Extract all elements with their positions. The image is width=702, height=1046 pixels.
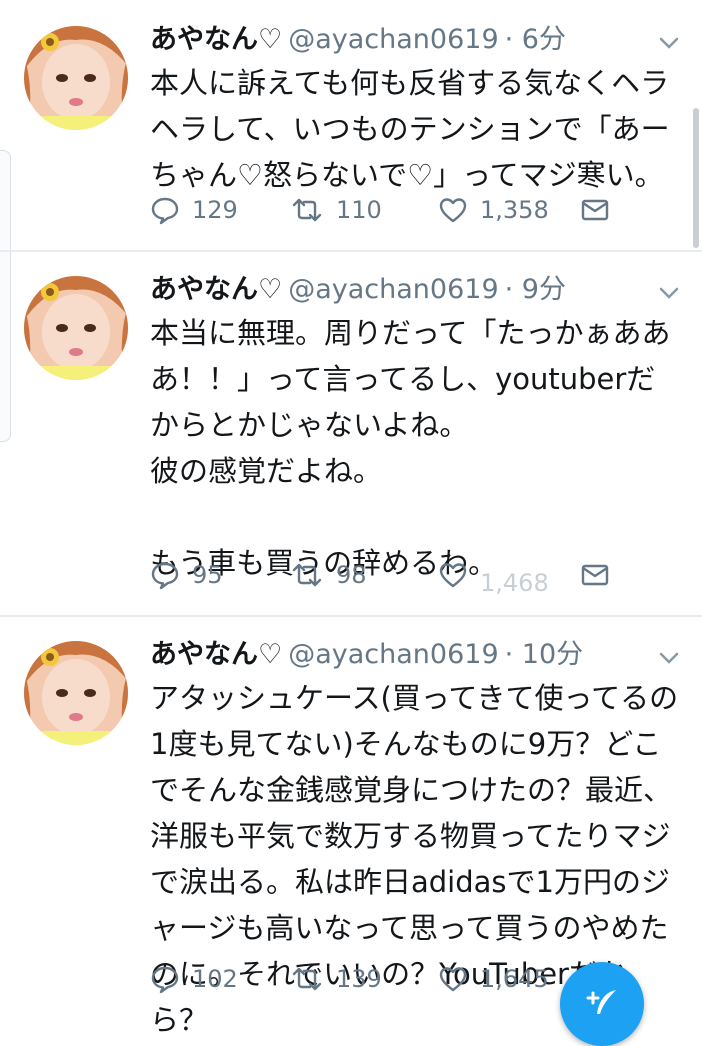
display-name[interactable]: あやなん♡ — [150, 639, 282, 670]
like-button[interactable]: 1,468 — [438, 555, 549, 597]
retweet-count: 139 — [336, 965, 382, 993]
tweet-header: あやなん♡ @ayachan0619 · 9分 — [150, 270, 566, 310]
reply-button[interactable]: 102 — [150, 959, 238, 999]
chevron-down-icon[interactable] — [656, 280, 682, 306]
avatar[interactable] — [24, 26, 128, 130]
reply-count: 102 — [192, 965, 238, 993]
reply-count: 95 — [192, 561, 223, 589]
retweet-button[interactable]: 110 — [290, 190, 382, 230]
retweet-button[interactable]: 98 — [290, 555, 367, 595]
like-count: 1,468 — [480, 569, 549, 597]
compose-tweet-button[interactable] — [560, 962, 644, 1046]
chevron-down-icon[interactable] — [656, 645, 682, 671]
avatar[interactable] — [24, 276, 128, 380]
tweet-actions: 102 139 1,645 — [150, 959, 630, 999]
envelope-icon — [581, 564, 609, 586]
tweet[interactable]: あやなん♡ @ayachan0619 · 9分 本当に無理。周りだって「たっかぁああ… — [0, 250, 702, 617]
retweet-button[interactable]: 139 — [290, 959, 382, 999]
tweet-header: あやなん♡ @ayachan0619 · 10分 — [150, 635, 583, 675]
direct-message-button[interactable] — [580, 555, 610, 595]
tweet-actions: 95 98 1,468 — [150, 555, 630, 597]
tweet-header: あやなん♡ @ayachan0619 · 6分 — [150, 20, 566, 60]
heart-icon — [439, 967, 467, 992]
retweet-arrows-icon — [292, 198, 322, 222]
reply-button[interactable]: 95 — [150, 555, 223, 595]
heart-icon — [439, 198, 467, 223]
timestamp[interactable]: · 9分 — [505, 274, 566, 305]
handle[interactable]: @ayachan0619 — [288, 639, 498, 670]
tweet-text: 本当に無理。周りだって「たっかぁあああ！！」って言ってるし、youtuberだか… — [150, 316, 671, 580]
speech-bubble-icon — [151, 562, 179, 590]
speech-bubble-icon — [151, 197, 179, 225]
like-count: 1,358 — [480, 196, 549, 224]
chevron-down-icon[interactable] — [656, 30, 682, 56]
avatar-photo — [24, 26, 128, 130]
retweet-arrows-icon — [292, 967, 322, 991]
handle[interactable]: @ayachan0619 — [288, 274, 498, 305]
direct-message-button[interactable] — [580, 190, 610, 230]
tweet-actions: 129 110 1,358 — [150, 190, 630, 230]
handle[interactable]: @ayachan0619 — [288, 24, 498, 55]
timeline: あやなん♡ @ayachan0619 · 6分 本人に訴えても何も反省する気なくヘラ… — [0, 0, 702, 1046]
envelope-icon — [581, 199, 609, 221]
feather-plus-icon — [586, 990, 616, 1014]
avatar[interactable] — [24, 641, 128, 745]
timestamp[interactable]: · 6分 — [505, 24, 566, 55]
heart-icon — [439, 563, 467, 588]
retweet-count: 110 — [336, 196, 382, 224]
reply-button[interactable]: 129 — [150, 190, 238, 230]
like-count: 1,645 — [480, 965, 549, 993]
like-button[interactable]: 1,645 — [438, 959, 549, 999]
display-name[interactable]: あやなん♡ — [150, 24, 282, 55]
tweet[interactable]: あやなん♡ @ayachan0619 · 6分 本人に訴えても何も反省する気なくヘラ… — [0, 0, 702, 252]
reply-count: 129 — [192, 196, 238, 224]
speech-bubble-icon — [151, 966, 179, 994]
display-name[interactable]: あやなん♡ — [150, 274, 282, 305]
retweet-arrows-icon — [292, 563, 322, 587]
avatar-photo — [24, 276, 128, 380]
timestamp[interactable]: · 10分 — [505, 639, 584, 670]
retweet-count: 98 — [336, 561, 367, 589]
avatar-photo — [24, 641, 128, 745]
like-button[interactable]: 1,358 — [438, 190, 549, 230]
tweet-text: 本人に訴えても何も反省する気なくヘラヘラして、いつものテンションで「あーちゃん♡… — [150, 66, 670, 192]
